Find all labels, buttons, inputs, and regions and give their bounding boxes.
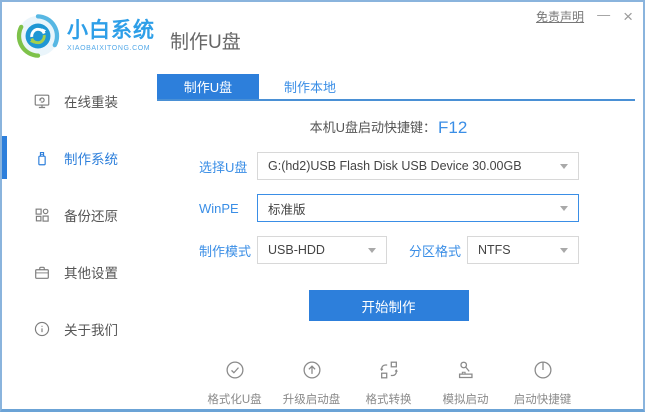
boot-hotkey-line: 本机U盘启动快捷键： F12: [142, 117, 635, 138]
tool-label: 模拟启动: [442, 394, 489, 406]
close-button[interactable]: ×: [623, 8, 633, 25]
tool-label: 升级启动盘: [282, 394, 341, 406]
app-window: 免责声明 — × 小白系统 XIAOBAIXITONG.COM 制作U盘 在线重…: [0, 0, 645, 412]
tool-label: 启动快捷键: [513, 394, 572, 406]
main-panel: 制作U盘 制作本地 本机U盘启动快捷键： F12 选择U盘 G:(hd2)USB …: [142, 70, 643, 409]
info-icon: [33, 320, 51, 338]
titlebar: 免责声明 — ×: [536, 8, 633, 25]
sidebar-item-label: 关于我们: [64, 322, 118, 338]
usb-select-value: G:(hd2)USB Flash Disk USB Device 30.00GB: [268, 159, 522, 173]
simulate-boot-icon: [455, 359, 477, 386]
chevron-down-icon: [368, 247, 376, 253]
settings-case-icon: [33, 263, 51, 281]
tool-format-convert[interactable]: 格式转换: [357, 359, 421, 407]
logo-domain: XIAOBAIXITONG.COM: [67, 44, 151, 52]
sidebar-item-about-us[interactable]: 关于我们: [2, 300, 142, 357]
tool-simulate-boot[interactable]: 模拟启动: [434, 359, 498, 407]
sidebar-item-label: 备份还原: [64, 208, 118, 224]
sidebar-item-backup-restore[interactable]: 备份还原: [2, 186, 142, 243]
disclaimer-link[interactable]: 免责声明: [536, 8, 584, 25]
winpe-select-row: WinPE 标准版: [199, 194, 635, 222]
sidebar-item-online-reinstall[interactable]: 在线重装: [2, 72, 142, 129]
logo-text: 小白系统 XIAOBAIXITONG.COM: [67, 19, 155, 52]
chevron-down-icon: [560, 163, 568, 169]
tool-label: 格式转换: [365, 394, 412, 406]
usb-drive-icon: [33, 149, 51, 167]
bottom-toolbar: 格式化U盘 升级启动盘 格式转换 模拟启动 启动快捷键: [142, 359, 635, 407]
winpe-select-dropdown[interactable]: 标准版: [257, 194, 579, 222]
usb-select-label: 选择U盘: [199, 159, 248, 175]
sidebar-item-label: 其他设置: [64, 265, 118, 281]
content: 在线重装 制作系统 备份还原 其他设置 关于我们 制作U盘 制作本地 本机U盘启…: [2, 70, 643, 409]
sidebar-item-other-settings[interactable]: 其他设置: [2, 243, 142, 300]
boot-hotkey-value: F12: [438, 118, 468, 137]
partition-select-dropdown[interactable]: NTFS: [467, 236, 579, 264]
sidebar-item-label: 制作系统: [64, 151, 118, 167]
mode-select-dropdown[interactable]: USB-HDD: [257, 236, 387, 264]
winpe-select-label: WinPE: [199, 200, 239, 216]
xiaobai-logo-icon: [15, 13, 61, 59]
partition-select-label: 分区格式: [409, 243, 462, 259]
tool-boot-hotkey[interactable]: 启动快捷键: [511, 359, 575, 407]
start-make-button[interactable]: 开始制作: [308, 290, 469, 321]
sidebar-item-label: 在线重装: [64, 94, 118, 110]
usb-select-dropdown[interactable]: G:(hd2)USB Flash Disk USB Device 30.00GB: [257, 152, 579, 180]
format-usb-icon: [224, 359, 246, 386]
usb-select-row: 选择U盘 G:(hd2)USB Flash Disk USB Device 30…: [199, 152, 635, 180]
logo-name: 小白系统: [67, 19, 155, 43]
mode-select-value: USB-HDD: [268, 243, 325, 257]
mode-partition-row: 制作模式 USB-HDD 分区格式 NTFS: [199, 236, 635, 264]
monitor-reinstall-icon: [33, 92, 51, 110]
tool-label: 格式化U盘: [207, 394, 262, 406]
tab-make-local[interactable]: 制作本地: [259, 74, 361, 99]
sidebar-item-make-system[interactable]: 制作系统: [2, 129, 142, 186]
boot-hotkey-icon: [532, 359, 554, 386]
partition-select-value: NTFS: [478, 243, 511, 257]
sidebar: 在线重装 制作系统 备份还原 其他设置 关于我们: [2, 70, 142, 409]
upgrade-boot-icon: [301, 359, 323, 386]
format-convert-icon: [378, 359, 400, 386]
tab-make-usb[interactable]: 制作U盘: [157, 74, 259, 99]
boot-hotkey-label: 本机U盘启动快捷键：: [309, 120, 437, 135]
mode-select-label: 制作模式: [199, 243, 252, 259]
chevron-down-icon: [560, 247, 568, 253]
chevron-down-icon: [560, 205, 568, 211]
backup-restore-icon: [33, 206, 51, 224]
tool-upgrade-boot-disk[interactable]: 升级启动盘: [280, 359, 344, 407]
tab-bar: 制作U盘 制作本地: [157, 74, 635, 101]
tool-format-usb[interactable]: 格式化U盘: [203, 359, 267, 407]
minimize-button[interactable]: —: [597, 8, 610, 21]
winpe-select-value: 标准版: [268, 202, 306, 217]
page-title: 制作U盘: [170, 31, 241, 53]
